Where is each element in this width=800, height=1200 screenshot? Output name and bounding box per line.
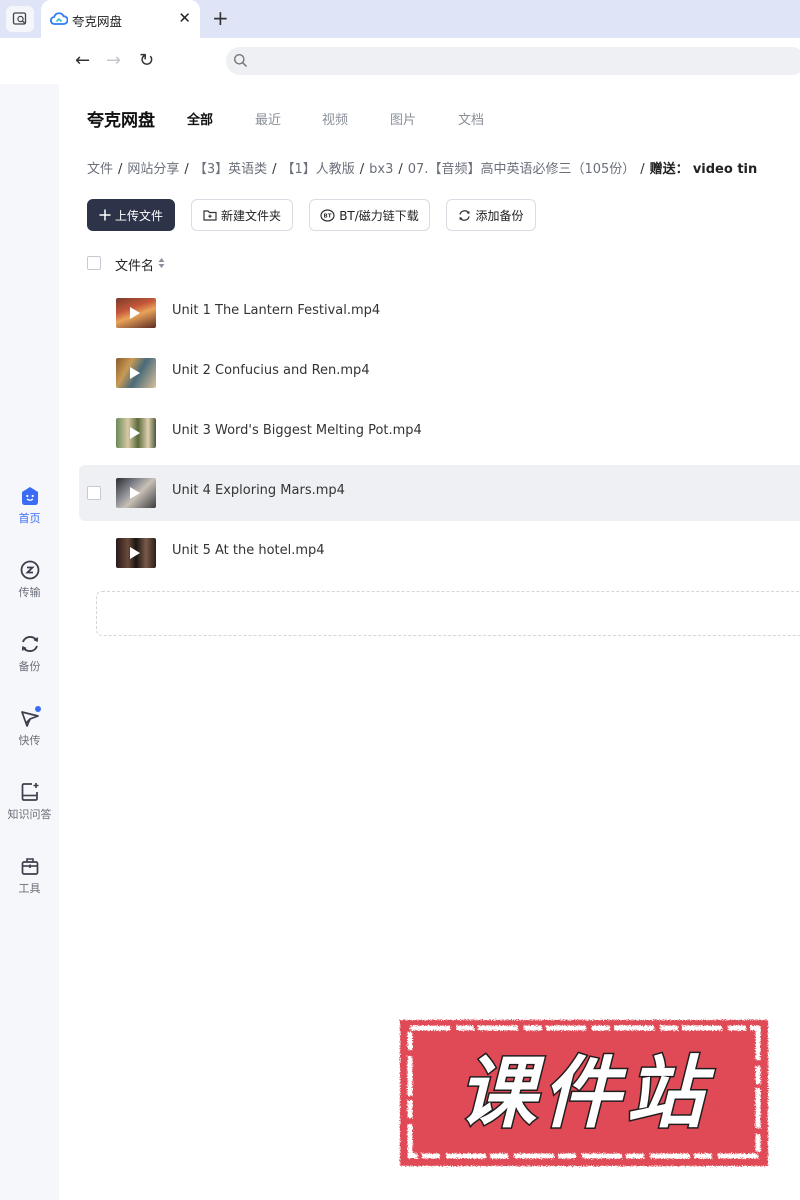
new-folder-button[interactable]: 新建文件夹 <box>191 199 293 231</box>
sidebar-item-home[interactable]: 首页 <box>0 484 59 526</box>
tab-search-button[interactable] <box>6 6 34 32</box>
breadcrumb-separator: / <box>398 162 403 177</box>
toolbox-icon <box>21 858 38 875</box>
video-thumbnail <box>116 418 156 448</box>
browser-tab[interactable]: 夸克网盘 ✕ <box>41 0 200 38</box>
gift-label: 赠送： <box>649 162 689 177</box>
quark-cloud-icon <box>50 12 68 25</box>
breadcrumb-item[interactable]: bx3 <box>369 162 393 177</box>
new-folder-label: 新建文件夹 <box>220 208 281 223</box>
bt-magnet-download-button[interactable]: BT BT/磁力链下载 <box>309 199 430 231</box>
forward-arrow-icon[interactable]: → <box>106 50 121 72</box>
browser-nav-bar: ← → ↻ <box>0 38 800 84</box>
add-backup-button[interactable]: 添加备份 <box>446 199 536 231</box>
sidebar-item-knowledge-qa[interactable]: 知识问答 <box>0 780 59 822</box>
upload-file-label: 上传文件 <box>114 208 163 223</box>
sidebar-item-quick-send[interactable]: 快传 <box>0 706 59 748</box>
bt-icon: BT <box>320 208 335 222</box>
bt-magnet-download-label: BT/磁力链下载 <box>339 208 419 223</box>
play-icon <box>130 427 140 439</box>
play-icon <box>130 367 140 379</box>
transfer-icon <box>20 560 39 580</box>
file-row[interactable]: Unit 3 Word's Biggest Melting Pot.mp4 <box>79 405 800 461</box>
upload-drop-zone[interactable] <box>96 591 800 636</box>
breadcrumb-separator: / <box>184 162 189 177</box>
new-folder-icon <box>203 209 217 221</box>
play-icon <box>130 487 140 499</box>
breadcrumb: 文件 / 网站分享 / 【3】英语类 / 【1】人教版 / bx3 / 07.【音频】高中英语必修三… <box>87 158 800 177</box>
play-icon <box>130 547 140 559</box>
file-name: Unit 4 Exploring Mars.mp4 <box>172 483 345 498</box>
notification-dot <box>35 706 41 712</box>
tab-all[interactable]: 全部 <box>187 109 213 128</box>
watermark-stamp: 课件站 <box>400 1020 768 1166</box>
file-row[interactable]: Unit 4 Exploring Mars.mp4 <box>79 465 800 521</box>
add-backup-label: 添加备份 <box>475 208 524 223</box>
gift-value: video tin <box>692 162 758 177</box>
breadcrumb-item[interactable]: 【1】人教版 <box>281 162 354 177</box>
back-arrow-icon[interactable]: ← <box>75 50 90 72</box>
tab-title: 夸克网盘 <box>72 14 123 29</box>
tab-search-icon <box>12 12 27 25</box>
breadcrumb-separator: / <box>640 162 645 177</box>
sync-icon <box>458 209 471 222</box>
video-thumbnail <box>116 538 156 568</box>
video-thumbnail <box>116 358 156 388</box>
sidebar-item-label: 备份 <box>18 660 41 673</box>
sidebar-item-label: 知识问答 <box>7 808 52 821</box>
play-icon <box>130 307 140 319</box>
breadcrumb-separator: / <box>118 162 123 177</box>
sidebar-item-label: 首页 <box>18 512 41 525</box>
file-name: Unit 5 At the hotel.mp4 <box>172 543 325 558</box>
breadcrumb-item[interactable]: 文件 <box>87 162 113 177</box>
breadcrumb-separator: / <box>359 162 365 177</box>
breadcrumb-item[interactable]: 07.【音频】高中英语必修三（105份） <box>408 162 636 177</box>
sort-icon[interactable] <box>158 257 165 269</box>
tab-document[interactable]: 文档 <box>458 109 484 128</box>
file-row[interactable]: Unit 2 Confucius and Ren.mp4 <box>79 345 800 401</box>
upload-file-button[interactable]: 上传文件 <box>87 199 175 231</box>
breadcrumb-item[interactable]: 【3】英语类 <box>194 162 267 177</box>
backup-icon <box>21 636 38 652</box>
filename-column-header[interactable]: 文件名 <box>115 255 154 274</box>
file-name: Unit 3 Word's Biggest Melting Pot.mp4 <box>172 423 422 438</box>
file-row[interactable]: Unit 5 At the hotel.mp4 <box>79 525 800 581</box>
sidebar-item-tools[interactable]: 工具 <box>0 854 59 896</box>
sidebar-item-label: 传输 <box>18 586 41 599</box>
tab-recent[interactable]: 最近 <box>255 109 281 128</box>
home-icon <box>21 487 38 505</box>
video-thumbnail <box>116 478 156 508</box>
file-name: Unit 1 The Lantern Festival.mp4 <box>172 303 381 318</box>
file-row[interactable]: Unit 1 The Lantern Festival.mp4 <box>79 285 800 341</box>
address-bar[interactable] <box>226 47 800 75</box>
app-brand: 夸克网盘 <box>87 111 155 131</box>
row-checkbox[interactable] <box>87 486 101 500</box>
search-icon <box>234 54 248 68</box>
sidebar-item-label: 快传 <box>18 734 41 747</box>
plus-icon <box>99 209 111 221</box>
new-tab-button[interactable]: + <box>212 6 229 30</box>
sidebar-item-label: 工具 <box>18 882 41 895</box>
breadcrumb-separator: / <box>272 162 277 177</box>
tab-image[interactable]: 图片 <box>390 109 416 128</box>
svg-text:BT: BT <box>324 213 332 219</box>
select-all-checkbox[interactable] <box>87 256 101 270</box>
knowledge-qa-icon <box>21 783 38 801</box>
video-thumbnail <box>116 298 156 328</box>
reload-icon[interactable]: ↻ <box>139 50 154 72</box>
tab-video[interactable]: 视频 <box>322 109 348 128</box>
file-name: Unit 2 Confucius and Ren.mp4 <box>172 363 370 378</box>
file-list-header: 文件名 <box>87 255 800 274</box>
tab-close-icon[interactable]: ✕ <box>178 8 191 28</box>
sidebar-item-transfer[interactable]: 传输 <box>0 558 59 600</box>
left-sidebar: 首页 传输 备份 快传 知识问答 工具 <box>0 84 59 1200</box>
watermark-text: 课件站 <box>458 1049 715 1139</box>
breadcrumb-item[interactable]: 网站分享 <box>127 162 179 177</box>
browser-tab-bar: 夸克网盘 ✕ + <box>0 0 800 38</box>
sidebar-item-backup[interactable]: 备份 <box>0 632 59 674</box>
